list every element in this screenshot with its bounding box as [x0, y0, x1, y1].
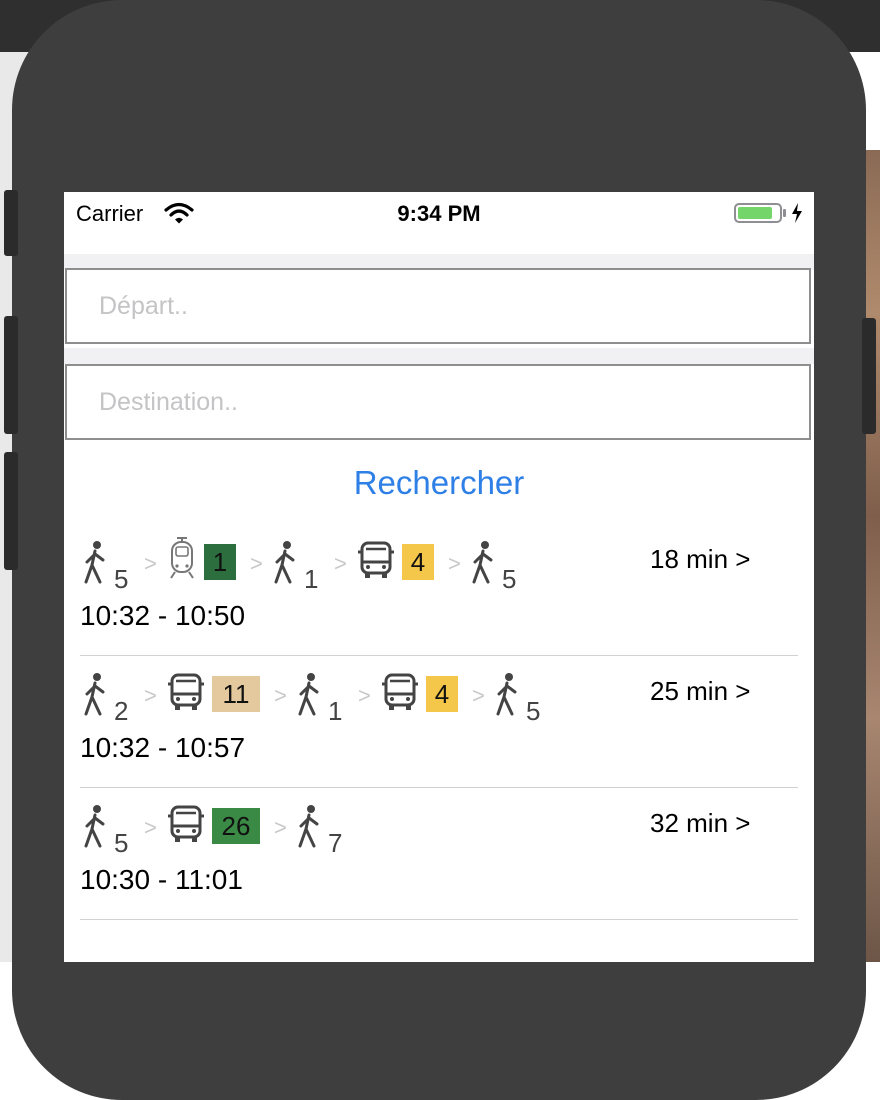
volume-up-button — [4, 316, 18, 434]
leg-separator: > — [274, 683, 287, 708]
route-results-list: 5 >1 >1 >4 >5 18 min > 10:32 - 10:50 2 >11 >1 >4 >5… — [64, 524, 814, 920]
volume-down-button — [4, 452, 18, 570]
line-badge: 4 — [402, 544, 434, 580]
route-times: 10:32 - 10:57 — [80, 732, 246, 763]
line-badge: 11 — [212, 676, 260, 712]
route-row[interactable]: 5 >1 >1 >4 >5 18 min > 10:32 - 10:50 — [64, 524, 814, 656]
leg-separator: > — [144, 551, 157, 576]
mute-switch — [4, 190, 18, 256]
walk-minutes: 5 — [114, 828, 129, 858]
departure-input[interactable] — [67, 270, 809, 342]
route-duration[interactable]: 18 min > — [650, 544, 750, 575]
leg-separator: > — [472, 683, 485, 708]
status-bar: Carrier 9:34 PM — [64, 192, 814, 232]
destination-input[interactable] — [67, 366, 809, 438]
leg-separator: > — [358, 683, 371, 708]
row-divider — [80, 919, 798, 920]
app-screen: Carrier 9:34 PM Rechercher 5 >1 >1 >4 >5 18 m… — [64, 192, 814, 962]
walk-minutes: 7 — [328, 828, 343, 858]
search-button[interactable]: Rechercher — [64, 464, 814, 502]
walk-minutes: 5 — [502, 564, 517, 594]
route-row[interactable]: 2 >11 >1 >4 >5 25 min > 10:32 - 10:57 — [64, 656, 814, 788]
clock: 9:34 PM — [397, 201, 481, 226]
leg-separator: > — [334, 551, 347, 576]
leg-separator: > — [448, 551, 461, 576]
section-separator — [64, 348, 814, 364]
route-row[interactable]: 5 >26 >7 32 min > 10:30 - 11:01 — [64, 788, 814, 920]
battery-charging-icon — [734, 202, 810, 229]
walk-minutes: 5 — [526, 696, 541, 726]
power-button — [862, 318, 876, 434]
leg-separator: > — [144, 815, 157, 840]
departure-field[interactable] — [65, 268, 811, 344]
route-duration[interactable]: 32 min > — [650, 808, 750, 839]
walk-minutes: 2 — [114, 696, 129, 726]
leg-separator: > — [250, 551, 263, 576]
walk-minutes: 1 — [328, 696, 343, 726]
destination-field[interactable] — [65, 364, 811, 440]
route-duration[interactable]: 25 min > — [650, 676, 750, 707]
leg-separator: > — [274, 815, 287, 840]
line-badge: 4 — [426, 676, 458, 712]
route-times: 10:30 - 11:01 — [80, 864, 243, 895]
line-badge: 26 — [212, 808, 260, 844]
line-badge: 1 — [204, 544, 236, 580]
route-times: 10:32 - 10:50 — [80, 600, 246, 631]
walk-minutes: 1 — [304, 564, 319, 594]
leg-separator: > — [144, 683, 157, 708]
walk-minutes: 5 — [114, 564, 129, 594]
